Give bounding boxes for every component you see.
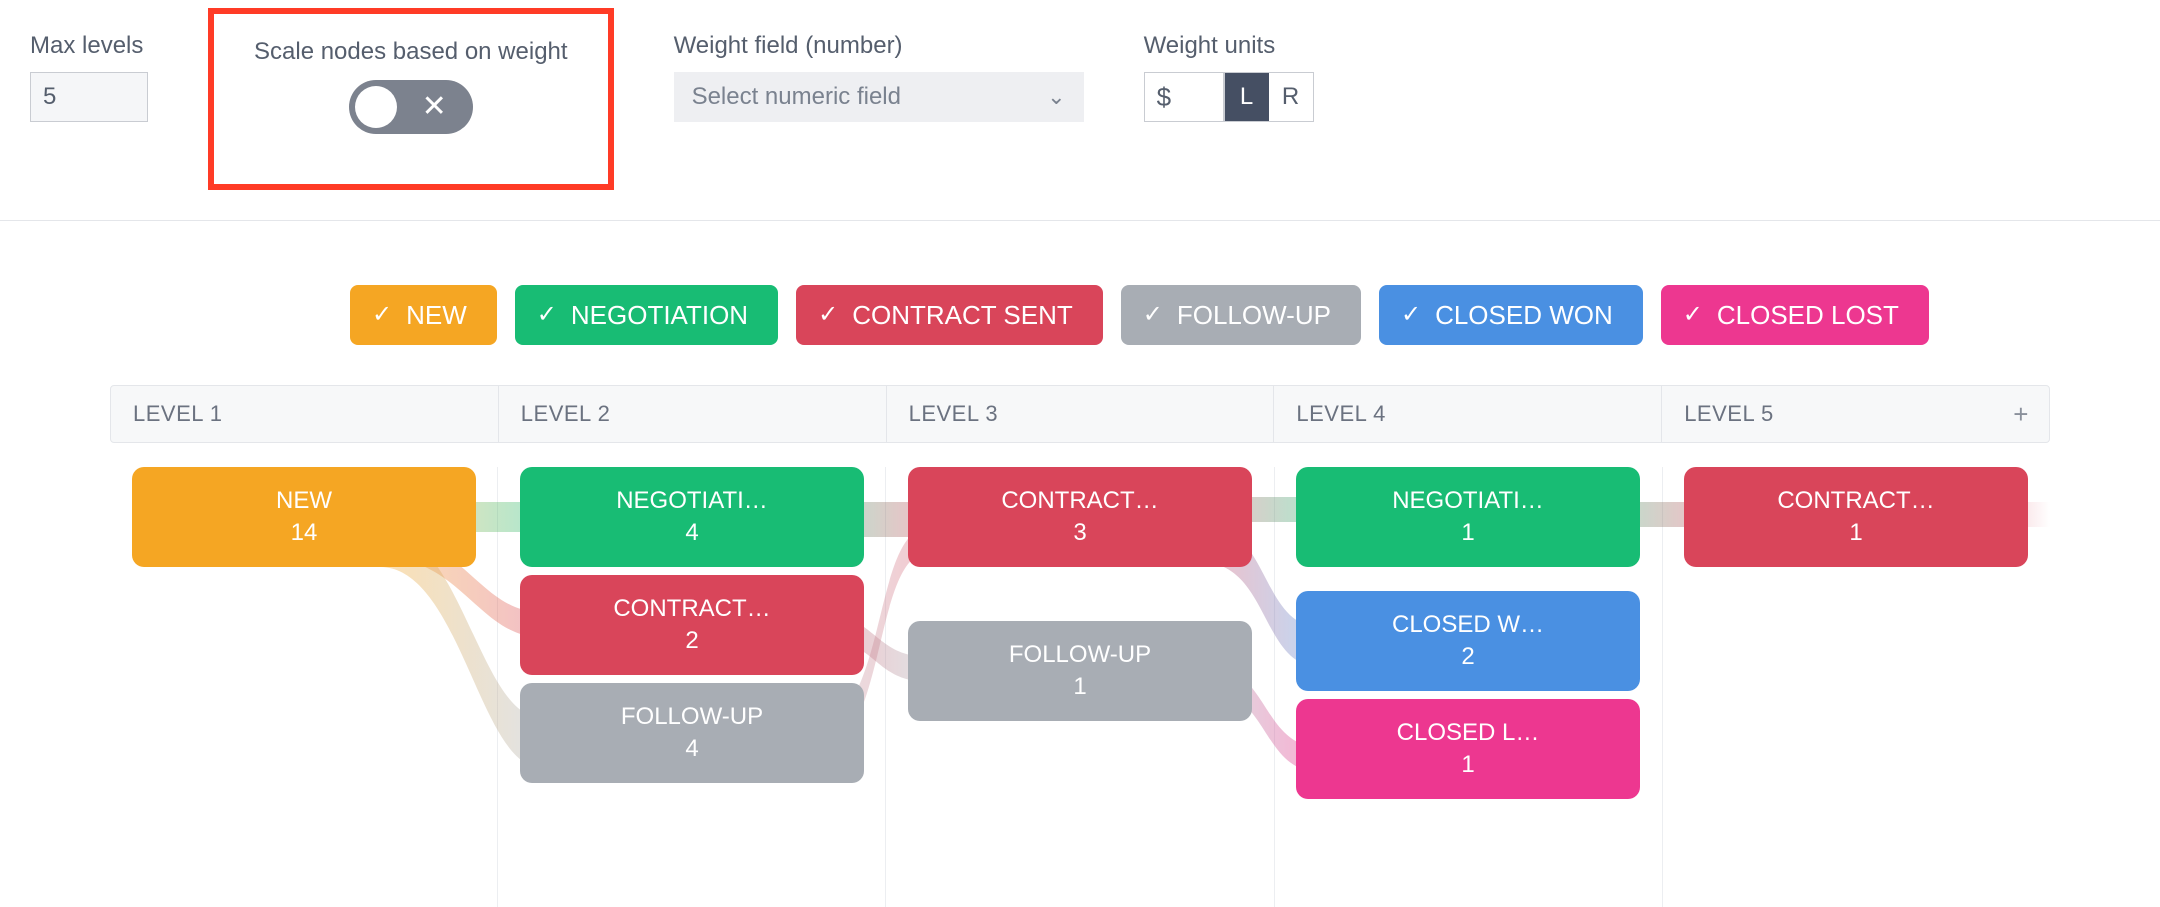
sankey-wrap: LEVEL 1 LEVEL 2 LEVEL 3 LEVEL 4 LEVEL 5 +	[0, 385, 2160, 907]
node-label: NEW	[142, 487, 466, 515]
weight-field-group: Weight field (number) Select numeric fie…	[674, 32, 1084, 122]
node-count: 2	[1306, 643, 1630, 671]
weight-units-input[interactable]	[1144, 72, 1224, 122]
stage-pill-label: NEGOTIATION	[571, 300, 748, 331]
node-label: CLOSED W…	[1306, 611, 1630, 639]
level-header-label: LEVEL 5	[1684, 401, 1774, 427]
units-left-button[interactable]: L	[1225, 73, 1269, 121]
stage-pill-label: CONTRACT SENT	[852, 300, 1073, 331]
sankey-node[interactable]: FOLLOW-UP 4	[520, 683, 864, 783]
close-icon: ✕	[422, 92, 447, 122]
sankey-nodes: NEW 14 NEGOTIATI… 4 CONTRACT… 2 FOLLOW-UP 4 CO…	[110, 467, 2050, 907]
node-label: CLOSED L…	[1306, 719, 1630, 747]
sankey-node[interactable]: CONTRACT… 1	[1684, 467, 2028, 567]
stage-pill[interactable]: ✓ FOLLOW-UP	[1121, 285, 1361, 345]
node-count: 1	[918, 673, 1242, 701]
node-label: CONTRACT…	[1694, 487, 2018, 515]
add-level-button[interactable]: +	[2013, 399, 2029, 430]
stage-pill-label: CLOSED WON	[1435, 300, 1613, 331]
node-count: 1	[1694, 519, 2018, 547]
level-header-label: LEVEL 3	[909, 401, 999, 427]
stage-pill[interactable]: ✓ NEGOTIATION	[515, 285, 778, 345]
level-header-label: LEVEL 2	[521, 401, 611, 427]
node-count: 14	[142, 519, 466, 547]
stage-pill[interactable]: ✓ CLOSED WON	[1379, 285, 1643, 345]
node-label: FOLLOW-UP	[918, 641, 1242, 669]
level-header: LEVEL 4	[1274, 386, 1662, 442]
chevron-down-icon: ⌄	[1047, 84, 1065, 110]
level-header: LEVEL 5 +	[1662, 386, 2049, 442]
level-header: LEVEL 3	[887, 386, 1275, 442]
stage-filter-row: ✓ NEW ✓ NEGOTIATION ✓ CONTRACT SENT ✓ FOLLOW-UP…	[350, 221, 2160, 385]
node-label: NEGOTIATI…	[1306, 487, 1630, 515]
check-icon: ✓	[537, 303, 557, 327]
max-levels-input[interactable]	[30, 72, 148, 122]
level-header-label: LEVEL 4	[1296, 401, 1386, 427]
sankey-node[interactable]: CONTRACT… 3	[908, 467, 1252, 567]
stage-pill-label: FOLLOW-UP	[1177, 300, 1331, 331]
scale-highlight-box: Scale nodes based on weight ✕	[208, 8, 614, 190]
node-count: 4	[530, 519, 854, 547]
stage-pill-label: NEW	[406, 300, 467, 331]
max-levels-label: Max levels	[30, 32, 148, 60]
sankey-node[interactable]: NEGOTIATI… 4	[520, 467, 864, 567]
node-label: FOLLOW-UP	[530, 703, 854, 731]
stage-pill-label: CLOSED LOST	[1717, 300, 1899, 331]
check-icon: ✓	[1401, 303, 1421, 327]
node-count: 1	[1306, 519, 1630, 547]
toggle-knob	[355, 86, 397, 128]
stage-pill[interactable]: ✓ CLOSED LOST	[1661, 285, 1929, 345]
node-count: 3	[918, 519, 1242, 547]
sankey-node[interactable]: CONTRACT… 2	[520, 575, 864, 675]
scale-toggle-label: Scale nodes based on weight	[254, 38, 568, 66]
check-icon: ✓	[1683, 303, 1703, 327]
levels-header: LEVEL 1 LEVEL 2 LEVEL 3 LEVEL 4 LEVEL 5 +	[110, 385, 2050, 443]
level-header-label: LEVEL 1	[133, 401, 223, 427]
level-header: LEVEL 1	[111, 386, 499, 442]
level-header: LEVEL 2	[499, 386, 887, 442]
check-icon: ✓	[818, 303, 838, 327]
check-icon: ✓	[1143, 303, 1163, 327]
node-count: 1	[1306, 751, 1630, 779]
sankey-node[interactable]: NEGOTIATI… 1	[1296, 467, 1640, 567]
stage-pill[interactable]: ✓ NEW	[350, 285, 497, 345]
weight-units-group: Weight units L R	[1144, 32, 1314, 122]
sankey-node[interactable]: CLOSED L… 1	[1296, 699, 1640, 799]
node-label: NEGOTIATI…	[530, 487, 854, 515]
check-icon: ✓	[372, 303, 392, 327]
sankey-node[interactable]: NEW 14	[132, 467, 476, 567]
stage-pill[interactable]: ✓ CONTRACT SENT	[796, 285, 1103, 345]
units-right-button[interactable]: R	[1269, 73, 1313, 121]
node-label: CONTRACT…	[530, 595, 854, 623]
controls-bar: Max levels Scale nodes based on weight ✕…	[0, 0, 2160, 221]
node-count: 2	[530, 627, 854, 655]
sankey-area: NEW 14 NEGOTIATI… 4 CONTRACT… 2 FOLLOW-UP 4 CO…	[110, 467, 2050, 907]
node-count: 4	[530, 735, 854, 763]
node-label: CONTRACT…	[918, 487, 1242, 515]
max-levels-group: Max levels	[30, 32, 148, 122]
weight-units-label: Weight units	[1144, 32, 1314, 60]
sankey-node[interactable]: FOLLOW-UP 1	[908, 621, 1252, 721]
weight-field-placeholder: Select numeric field	[692, 83, 901, 111]
weight-field-select[interactable]: Select numeric field ⌄	[674, 72, 1084, 122]
sankey-node[interactable]: CLOSED W… 2	[1296, 591, 1640, 691]
weight-field-label: Weight field (number)	[674, 32, 1084, 60]
scale-toggle[interactable]: ✕	[349, 80, 473, 134]
units-side-group: L R	[1224, 72, 1314, 122]
